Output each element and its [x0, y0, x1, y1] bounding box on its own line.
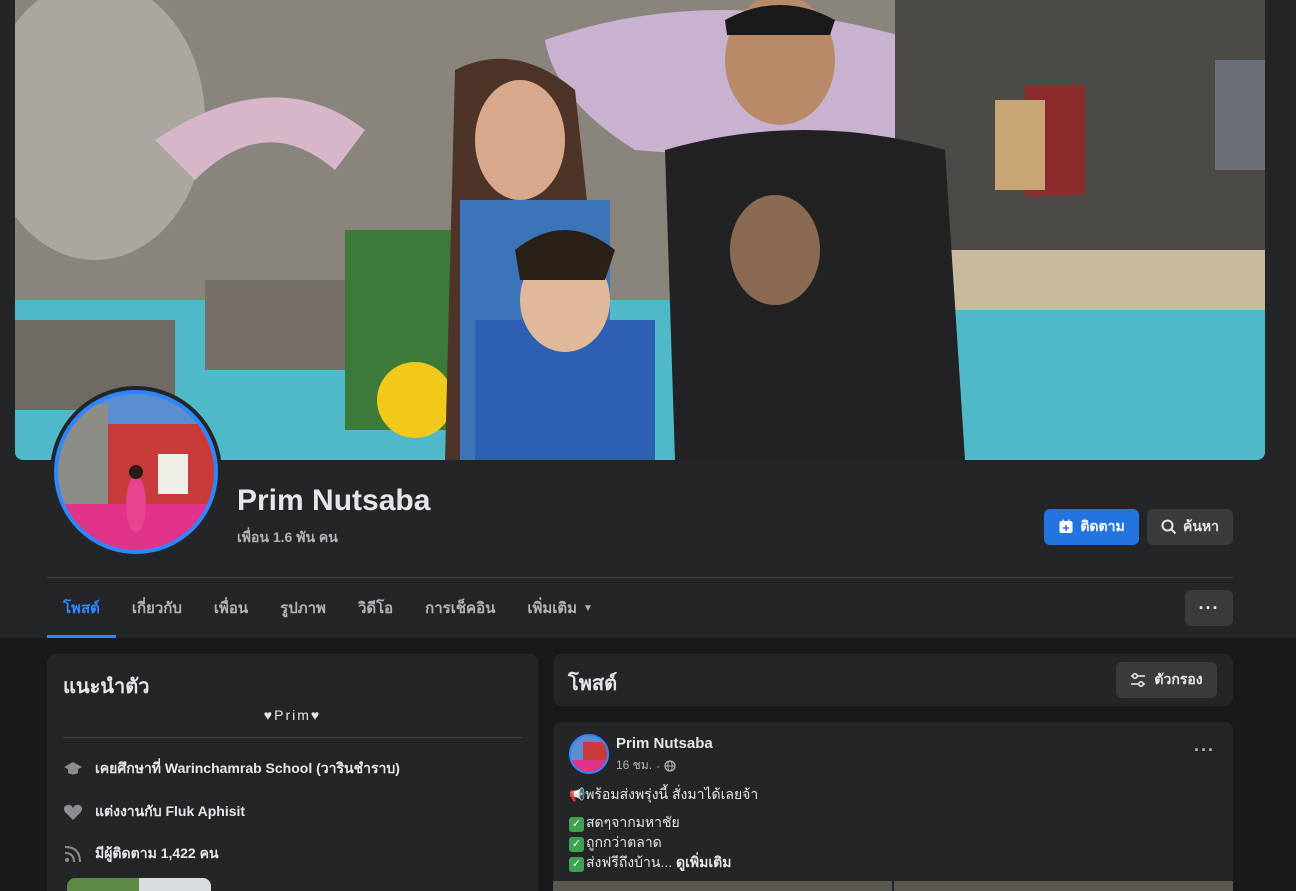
- tab-label: โพสต์: [63, 600, 100, 617]
- rss-icon: [63, 844, 83, 864]
- ellipsis-icon: ···: [1194, 740, 1215, 760]
- profile-picture[interactable]: [50, 386, 222, 558]
- intro-card: แนะนำตัว ♥Prim♥ เคยศึกษาที่ Warinchamrab…: [47, 654, 538, 891]
- follow-icon: [1059, 519, 1073, 533]
- post-text-line: ✓ สดๆจากมหาชัย: [569, 812, 680, 834]
- check-icon: ✓: [569, 817, 584, 832]
- tab-posts[interactable]: โพสต์: [47, 578, 116, 638]
- heart-icon: [63, 802, 83, 822]
- relationship-row: แต่งงานกับ Fluk Aphisit: [63, 801, 245, 823]
- follow-label: ติดตาม: [1080, 518, 1125, 534]
- post-text-line: ✓ ส่งฟรีถึงบ้าน... ดูเพิ่มเติม: [569, 852, 731, 874]
- post-author-avatar[interactable]: [569, 734, 609, 774]
- relationship-text: แต่งงานกับ Fluk Aphisit: [95, 803, 246, 819]
- graduation-cap-icon: [63, 759, 83, 779]
- chevron-down-icon: ▼: [583, 602, 593, 614]
- post-options-button[interactable]: ···: [1194, 740, 1215, 761]
- tab-label: เกี่ยวกับ: [131, 600, 182, 617]
- tab-label: เพิ่มเติม: [527, 600, 578, 617]
- post-card: Prim Nutsaba 16 ชม. · ··· 📢พร้อมส่งพรุ่ง…: [553, 722, 1233, 891]
- education-row: เคยศึกษาที่ Warinchamrab School (วารินชำ…: [63, 758, 400, 780]
- follow-button[interactable]: ติดตาม: [1044, 509, 1139, 545]
- profile-name: Prim Nutsaba: [237, 484, 431, 517]
- search-icon: [1161, 519, 1177, 535]
- filter-button[interactable]: ตัวกรอง: [1116, 662, 1217, 698]
- tab-label: รูปภาพ: [280, 600, 326, 617]
- tab-checkins[interactable]: การเช็คอิน: [409, 578, 511, 638]
- posts-title: โพสต์: [568, 673, 618, 695]
- post-image[interactable]: [553, 881, 892, 891]
- followers-row: มีผู้ติดตาม 1,422 คน: [63, 843, 219, 865]
- post-meta: 16 ชม. ·: [616, 756, 676, 775]
- tab-friends[interactable]: เพื่อน: [198, 578, 264, 638]
- followers-suffix: คน: [195, 845, 219, 861]
- tab-label: วิดีโอ: [357, 600, 394, 617]
- divider: [63, 737, 522, 738]
- tab-more[interactable]: เพิ่มเติม ▼: [511, 578, 609, 638]
- intro-title: แนะนำตัว: [63, 676, 150, 698]
- tab-label: เพื่อน: [213, 600, 249, 617]
- more-options-button[interactable]: ···: [1185, 590, 1233, 626]
- education-text: เคยศึกษาที่ Warinchamrab School (วารินชำ…: [95, 760, 400, 776]
- followers-prefix: มีผู้ติดตาม: [95, 845, 161, 861]
- bio-text: ♥Prim♥: [263, 707, 322, 723]
- check-icon: ✓: [569, 857, 584, 872]
- separator-dot: ·: [656, 758, 661, 773]
- post-author-name[interactable]: Prim Nutsaba: [616, 735, 713, 752]
- tab-label: การเช็คอิน: [425, 600, 496, 617]
- posts-header: โพสต์ ตัวกรอง: [553, 654, 1233, 706]
- tab-videos[interactable]: วิดีโอ: [342, 578, 409, 638]
- tab-photos[interactable]: รูปภาพ: [264, 578, 342, 638]
- tab-about[interactable]: เกี่ยวกับ: [116, 578, 198, 638]
- post-images[interactable]: [553, 881, 1233, 891]
- cover-photo[interactable]: [15, 0, 1265, 460]
- search-button[interactable]: ค้นหา: [1147, 509, 1233, 545]
- followers-text[interactable]: มีผู้ติดตาม 1,422 คน: [95, 843, 219, 865]
- see-more-link[interactable]: ดูเพิ่มเติม: [676, 854, 731, 870]
- post-text: ส่งฟรีถึงบ้าน...: [586, 854, 677, 870]
- post-text-line: ✓ ถูกกว่าตลาด: [569, 832, 662, 854]
- post-timestamp[interactable]: 16 ชม.: [616, 756, 652, 775]
- post-image[interactable]: [894, 881, 1233, 891]
- filter-label: ตัวกรอง: [1154, 671, 1203, 687]
- post-text: พร้อมส่งพรุ่งนี้ สั่งมาได้เลยจ้า: [585, 786, 759, 802]
- ellipsis-icon: ···: [1198, 597, 1220, 618]
- followers-count: 1,422: [160, 845, 196, 861]
- megaphone-icon: 📢: [569, 787, 586, 802]
- avatar: [54, 390, 218, 554]
- search-label: ค้นหา: [1182, 518, 1220, 534]
- featured-photo[interactable]: [67, 878, 211, 891]
- globe-icon: [664, 759, 676, 772]
- filter-icon: [1131, 672, 1146, 688]
- profile-tabs: โพสต์ เกี่ยวกับ เพื่อน รูปภาพ วิดีโอ การ…: [47, 578, 609, 638]
- post-text: ถูกกว่าตลาด: [586, 834, 662, 850]
- check-icon: ✓: [569, 837, 584, 852]
- friends-count[interactable]: เพื่อน 1.6 พัน คน: [237, 527, 338, 549]
- post-text: สดๆจากมหาชัย: [586, 814, 680, 830]
- post-text-line: 📢พร้อมส่งพรุ่งนี้ สั่งมาได้เลยจ้า: [569, 784, 758, 806]
